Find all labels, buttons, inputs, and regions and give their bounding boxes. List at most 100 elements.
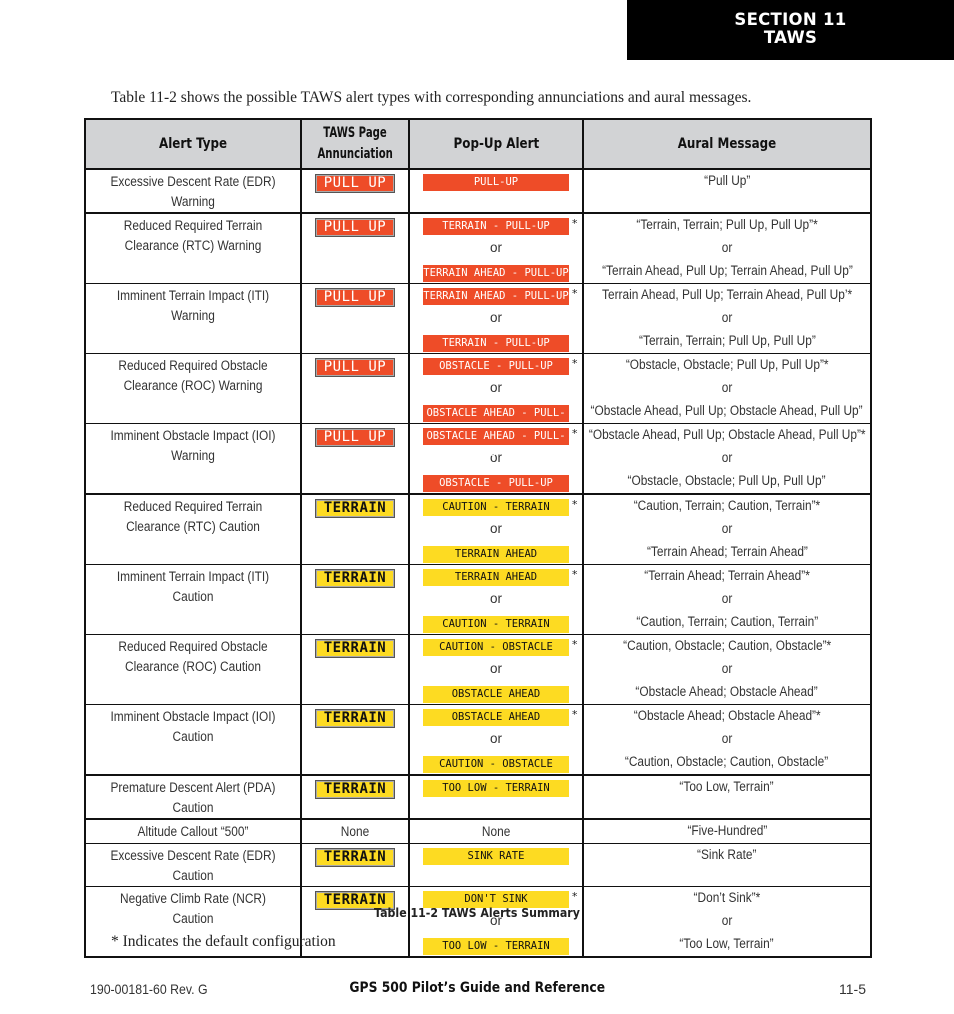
popup-alert-cell: PULL-UP [408,168,584,214]
aural-message-cell: “Pull Up” [582,168,872,214]
popup-alert-text: CAUTION - TERRAIN [442,501,550,513]
annunciation-cell: TERRAIN [300,564,410,635]
alert-type-text: Reduced Required Obstacle Clearance (ROC… [118,639,268,674]
or-separator: or [489,731,502,746]
intro-paragraph: Table 11-2 shows the possible TAWS alert… [111,89,752,106]
table-row: Excessive Descent Rate (EDR) Caution TERR… [84,843,872,887]
alert-type-cell: Imminent Terrain Impact (ITI) Warning [84,283,302,354]
aural-message-cell: “Caution, Obstacle; Caution, Obstacle”* o… [582,634,872,705]
default-config-marker: * [571,638,578,651]
popup-alert-banner: TERRAIN AHEAD - PULL-UP [423,265,569,282]
popup-alert-cell: OBSTACLE AHEAD * or CAUTION - OBSTACLE [408,704,584,776]
table-row: Imminent Terrain Impact (ITI) Warning PUL… [84,283,872,354]
annunciation-cell: None [300,818,410,844]
table-caption: Table 11-2 TAWS Alerts Summary [374,905,580,920]
or-separator: or [721,731,733,746]
annunciation-cell: PULL UP [300,353,410,424]
aural-message-text: “Caution, Terrain; Caution, Terrain” [636,614,818,629]
default-config-marker: * [571,568,578,581]
annunciation-none-text: None [340,824,370,839]
aural-message-cell: “Terrain Ahead; Terrain Ahead”* or “Cautio… [582,564,872,635]
aural-message-text: “Obstacle, Obstacle; Pull Up, Pull Up”* [625,357,829,372]
table-row: Reduced Required Obstacle Clearance (ROC… [84,634,872,705]
popup-alert-text: TERRAIN AHEAD - PULL-UP [423,290,569,302]
popup-none-text: None [481,824,511,839]
terrain-annunciation: TERRAIN [315,639,395,658]
popup-alert-text: CAUTION - TERRAIN [442,618,550,630]
alert-type-cell: Imminent Obstacle Impact (IOI) Warning [84,423,302,495]
header-alert-type: Alert Type [84,118,302,170]
terrain-annunciation: TERRAIN [315,848,395,867]
aural-message-text: “Terrain, Terrain; Pull Up, Pull Up” [638,333,816,348]
page-number: 11-5 [839,981,866,997]
alert-type-cell: Imminent Terrain Impact (ITI) Caution [84,564,302,635]
document-title: GPS 500 Pilot’s Guide and Reference [349,980,605,996]
popup-alert-cell: TOO LOW - TERRAIN [408,774,584,820]
popup-alert-banner: CAUTION - TERRAIN * [423,498,578,516]
footnote: * Indicates the default configuration [111,933,336,950]
aural-message-text: “Terrain Ahead; Terrain Ahead”* [644,568,810,583]
alert-type-cell: Imminent Obstacle Impact (IOI) Caution [84,704,302,776]
aural-message-cell: “Don’t Sink”* or “Too Low, Terrain” [582,886,872,958]
aural-message-text: “Obstacle Ahead; Obstacle Ahead”* [633,708,821,723]
aural-message-text: “Obstacle Ahead, Pull Up; Obstacle Ahead… [590,403,864,418]
annunciation-cell: PULL UP [300,168,410,214]
or-separator: or [721,591,733,606]
aural-message-cell: Terrain Ahead, Pull Up; Terrain Ahead, P… [582,283,872,354]
popup-alert-banner: TOO LOW - TERRAIN [423,938,569,955]
annunciation-cell: PULL UP [300,212,410,284]
aural-message-text: “Terrain, Terrain; Pull Up, Pull Up”* [636,217,818,232]
section-tab: SECTION 11 TAWS [627,0,954,60]
pull-up-annunciation: PULL UP [315,358,395,377]
alert-type-cell: Reduced Required Obstacle Clearance (ROC… [84,634,302,705]
table-row: Reduced Required Terrain Clearance (RTC)… [84,493,872,565]
table-row: Imminent Terrain Impact (ITI) Caution TER… [84,564,872,635]
default-config-marker: * [571,498,578,511]
alert-type-text: Reduced Required Obstacle Clearance (ROC… [118,358,268,393]
or-separator: or [721,380,733,395]
or-separator: or [489,380,502,395]
or-separator: or [721,450,733,465]
popup-alert-banner: OBSTACLE AHEAD - PULL-UP [423,405,569,436]
alert-type-cell: Reduced Required Terrain Clearance (RTC)… [84,212,302,284]
pull-up-annunciation: PULL UP [315,174,395,193]
popup-alert-banner: OBSTACLE AHEAD * [423,708,578,726]
aural-message-cell: “Terrain, Terrain; Pull Up, Pull Up”* or “… [582,212,872,284]
popup-alert-banner: OBSTACLE AHEAD - PULL-UP * [423,427,578,459]
table-row: Premature Descent Alert (PDA) Caution TER… [84,774,872,820]
section-number: SECTION 11 [734,10,847,29]
default-config-marker: * [571,708,578,721]
aural-message-cell: “Sink Rate” [582,843,872,887]
popup-alert-banner: OBSTACLE - PULL-UP * [423,357,578,375]
terrain-annunciation: TERRAIN [315,709,395,728]
popup-alert-cell: TERRAIN - PULL-UP * or TERRAIN AHEAD - PULL… [408,212,584,284]
alert-type-text: Imminent Obstacle Impact (IOI) Warning [110,428,276,463]
popup-alert-banner: TERRAIN AHEAD * [423,568,578,586]
or-separator: or [489,661,502,676]
header-taws-page-annunciation: TAWS Page Annunciation [300,118,410,170]
aural-message-text: “Pull Up” [703,173,751,188]
header-pop-up-alert: Pop-Up Alert [408,118,584,170]
popup-alert-cell: TERRAIN AHEAD - PULL-UP * or TERRAIN - PULL… [408,283,584,354]
aural-message-text: “Obstacle Ahead, Pull Up; Obstacle Ahead… [588,427,866,442]
popup-alert-text: CAUTION - OBSTACLE [439,758,553,770]
popup-alert-banner: CAUTION - OBSTACLE * [423,638,578,656]
default-config-marker: * [571,427,578,440]
aural-message-text: “Terrain Ahead; Terrain Ahead” [646,544,808,559]
table-row: Altitude Callout “500” None None “Five-Hund… [84,818,872,844]
popup-alert-text: SINK RATE [467,850,525,862]
popup-alert-text: OBSTACLE - PULL-UP [439,360,553,372]
table-row: Imminent Obstacle Impact (IOI) Caution TE… [84,704,872,776]
aural-message-text: “Caution, Obstacle; Caution, Obstacle” [625,754,829,769]
aural-message-cell: “Caution, Terrain; Caution, Terrain”* or “… [582,493,872,565]
popup-alert-banner: SINK RATE [423,848,569,865]
or-separator: or [721,521,733,536]
aural-message-text: “Caution, Terrain; Caution, Terrain”* [633,498,821,513]
popup-alert-text: TERRAIN AHEAD [454,548,538,560]
popup-alert-text: TERRAIN - PULL-UP [442,220,550,232]
alert-type-text: Reduced Required Terrain Clearance (RTC)… [123,218,263,253]
default-config-marker: * [571,357,578,370]
popup-alert-text: PULL-UP [473,176,519,188]
alert-type-cell: Premature Descent Alert (PDA) Caution [84,774,302,820]
popup-alert-text: DON'T SINK [464,893,528,905]
